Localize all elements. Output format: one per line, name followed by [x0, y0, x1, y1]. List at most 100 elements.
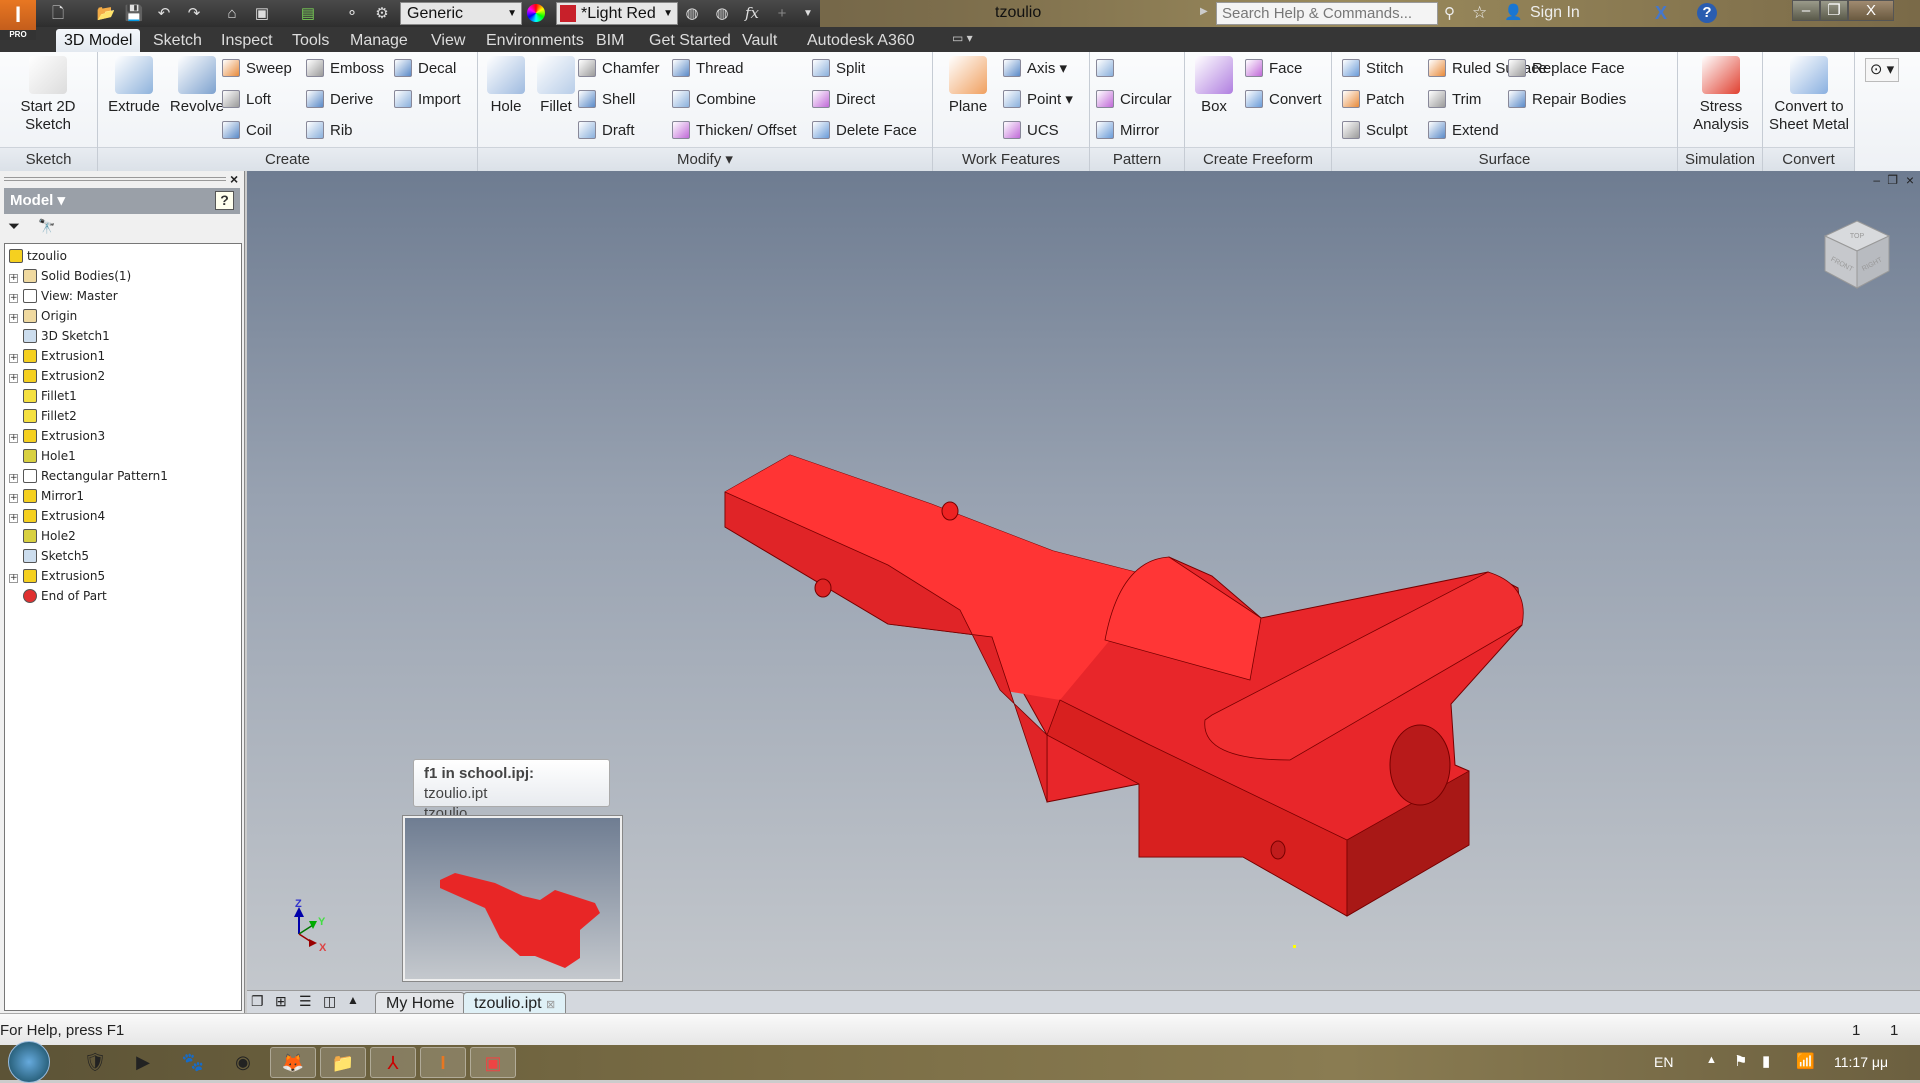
- thread-button[interactable]: Thread: [672, 56, 744, 82]
- taskbar-inventor-icon[interactable]: I: [420, 1047, 466, 1078]
- decal-button[interactable]: Decal: [394, 56, 456, 82]
- tab-bim[interactable]: BIM: [588, 29, 632, 52]
- browser-header[interactable]: Model ▾ ?: [4, 188, 240, 214]
- draft-button[interactable]: Draft: [578, 118, 635, 144]
- communication-center-icon[interactable]: ⚲: [1444, 4, 1455, 22]
- home-icon[interactable]: ⌂: [222, 4, 242, 23]
- battery-icon[interactable]: ▮: [1762, 1052, 1770, 1070]
- taskbar-media-icon[interactable]: ▶: [120, 1047, 166, 1078]
- network-signal-icon[interactable]: 📶: [1796, 1052, 1815, 1070]
- tree-item-solid-bodies-1[interactable]: + Solid Bodies(1): [9, 266, 131, 286]
- exchange-apps-icon[interactable]: X: [1655, 3, 1667, 24]
- tab-get-started[interactable]: Get Started: [641, 29, 739, 52]
- sign-in-button[interactable]: Sign In: [1530, 4, 1580, 22]
- tile-horizontal-icon[interactable]: ☰: [299, 993, 312, 1010]
- tree-item-view-master[interactable]: + View: Master: [9, 286, 118, 306]
- direct-button[interactable]: Direct: [812, 87, 875, 113]
- face-button[interactable]: Face: [1245, 56, 1302, 82]
- panel-label[interactable]: Surface: [1332, 147, 1677, 171]
- tree-item-rectangular-pattern1[interactable]: + Rectangular Pattern1: [9, 466, 168, 486]
- plane-button[interactable]: Plane: [937, 56, 999, 116]
- show-hidden-icons[interactable]: ▲: [1706, 1054, 1717, 1066]
- app-menu-button[interactable]: I PRO: [0, 0, 36, 40]
- expand-toggle[interactable]: +: [9, 274, 18, 283]
- save-icon[interactable]: 💾: [124, 4, 144, 23]
- taskbar-explorer-icon[interactable]: 📁: [320, 1047, 366, 1078]
- tree-item-fillet2[interactable]: Fillet2: [9, 406, 77, 426]
- taskbar-app-icon[interactable]: 🛡: [72, 1047, 118, 1078]
- action-center-icon[interactable]: ⚑: [1734, 1052, 1747, 1070]
- hole-button[interactable]: Hole: [482, 56, 530, 116]
- combine-button[interactable]: Combine: [672, 87, 756, 113]
- tree-item-origin[interactable]: + Origin: [9, 306, 77, 326]
- undo-icon[interactable]: ↶: [154, 4, 174, 23]
- taskbar-acrobat-icon[interactable]: ⅄: [370, 1047, 416, 1078]
- convert-button[interactable]: Convert: [1245, 87, 1322, 113]
- tab-options-icon[interactable]: ▭ ▾: [952, 31, 973, 45]
- shell-button[interactable]: Shell: [578, 87, 635, 113]
- derive-button[interactable]: Derive: [306, 87, 373, 113]
- material-dropdown[interactable]: *Light Red ▼: [556, 2, 678, 25]
- favorites-star-icon[interactable]: ☆: [1472, 3, 1487, 23]
- taskbar-chrome-icon[interactable]: ◉: [220, 1047, 266, 1078]
- tree-item-extrusion1[interactable]: + Extrusion1: [9, 346, 105, 366]
- redo-icon[interactable]: ↷: [184, 4, 204, 23]
- browser-close-button[interactable]: ×: [230, 171, 238, 187]
- sculpt-button[interactable]: Sculpt: [1342, 118, 1408, 144]
- measure-icon[interactable]: ⚬: [342, 4, 362, 23]
- fillet-button[interactable]: Fillet: [532, 56, 580, 116]
- tree-item-3d-sketch1[interactable]: 3D Sketch1: [9, 326, 110, 346]
- tree-item-extrusion5[interactable]: + Extrusion5: [9, 566, 105, 586]
- search-expand-icon[interactable]: ▶: [1200, 6, 1208, 17]
- tab-view[interactable]: View: [423, 29, 473, 52]
- tree-item-hole2[interactable]: Hole2: [9, 526, 76, 546]
- customize-qat-icon[interactable]: ▼: [798, 4, 818, 23]
- parameters-icon[interactable]: fx: [742, 4, 762, 23]
- minimize-button[interactable]: –: [1792, 0, 1820, 21]
- expand-toggle[interactable]: +: [9, 354, 18, 363]
- color-wheel-icon[interactable]: [527, 4, 545, 22]
- replace-face-button[interactable]: Replace Face: [1508, 56, 1625, 82]
- tab-vault[interactable]: Vault: [734, 29, 785, 52]
- settings-icon[interactable]: ⚙: [372, 4, 392, 23]
- expand-toggle[interactable]: +: [9, 294, 18, 303]
- delete-face-button[interactable]: Delete Face: [812, 118, 917, 144]
- expand-toggle[interactable]: +: [9, 434, 18, 443]
- tree-item-mirror1[interactable]: + Mirror1: [9, 486, 84, 506]
- extrude-button[interactable]: Extrude: [104, 56, 164, 116]
- patch-button[interactable]: Patch: [1342, 87, 1404, 113]
- emboss-button[interactable]: Emboss: [306, 56, 384, 82]
- add-icon[interactable]: +: [772, 4, 792, 23]
- tree-item-extrusion4[interactable]: + Extrusion4: [9, 506, 105, 526]
- taskbar-app-icon[interactable]: 🐾: [170, 1047, 216, 1078]
- stitch-button[interactable]: Stitch: [1342, 56, 1404, 82]
- box-button[interactable]: Box: [1189, 56, 1239, 116]
- expand-toggle[interactable]: +: [9, 314, 18, 323]
- open-documents-menu-icon[interactable]: ▲: [347, 993, 359, 1007]
- filter-icon[interactable]: ⏷: [8, 218, 20, 235]
- appearance-dropdown[interactable]: Generic ▼: [400, 2, 522, 25]
- panel-label[interactable]: Work Features: [933, 147, 1089, 171]
- tab-my-home[interactable]: My Home: [375, 992, 466, 1013]
- help-icon[interactable]: ?: [1697, 3, 1717, 23]
- clock[interactable]: 11:17 μμ: [1834, 1054, 1888, 1070]
- tab-sketch[interactable]: Sketch: [145, 29, 210, 52]
- tab-inspect[interactable]: Inspect: [213, 29, 281, 52]
- stress-analysis-button[interactable]: Stress Analysis: [1682, 56, 1760, 134]
- restore-button[interactable]: ❐: [1820, 0, 1848, 21]
- repair-bodies-button[interactable]: Repair Bodies: [1508, 87, 1626, 113]
- clear-appearance-icon[interactable]: ◍: [712, 4, 732, 23]
- panel-label[interactable]: Simulation: [1678, 147, 1762, 171]
- open-icon[interactable]: 📂: [96, 4, 116, 23]
- mirror-button[interactable]: Mirror: [1096, 118, 1159, 144]
- sweep-button[interactable]: Sweep: [222, 56, 292, 82]
- start-button[interactable]: [8, 1041, 50, 1083]
- panel-label[interactable]: Sketch: [0, 147, 97, 171]
- tree-item-end-of-part[interactable]: End of Part: [9, 586, 107, 606]
- panel-grip[interactable]: [4, 177, 226, 181]
- expand-toggle[interactable]: +: [9, 494, 18, 503]
- select-icon[interactable]: ▤: [298, 4, 318, 23]
- new-icon[interactable]: 🗋: [48, 4, 68, 23]
- trim-button[interactable]: Trim: [1428, 87, 1481, 113]
- language-indicator[interactable]: EN: [1654, 1054, 1673, 1070]
